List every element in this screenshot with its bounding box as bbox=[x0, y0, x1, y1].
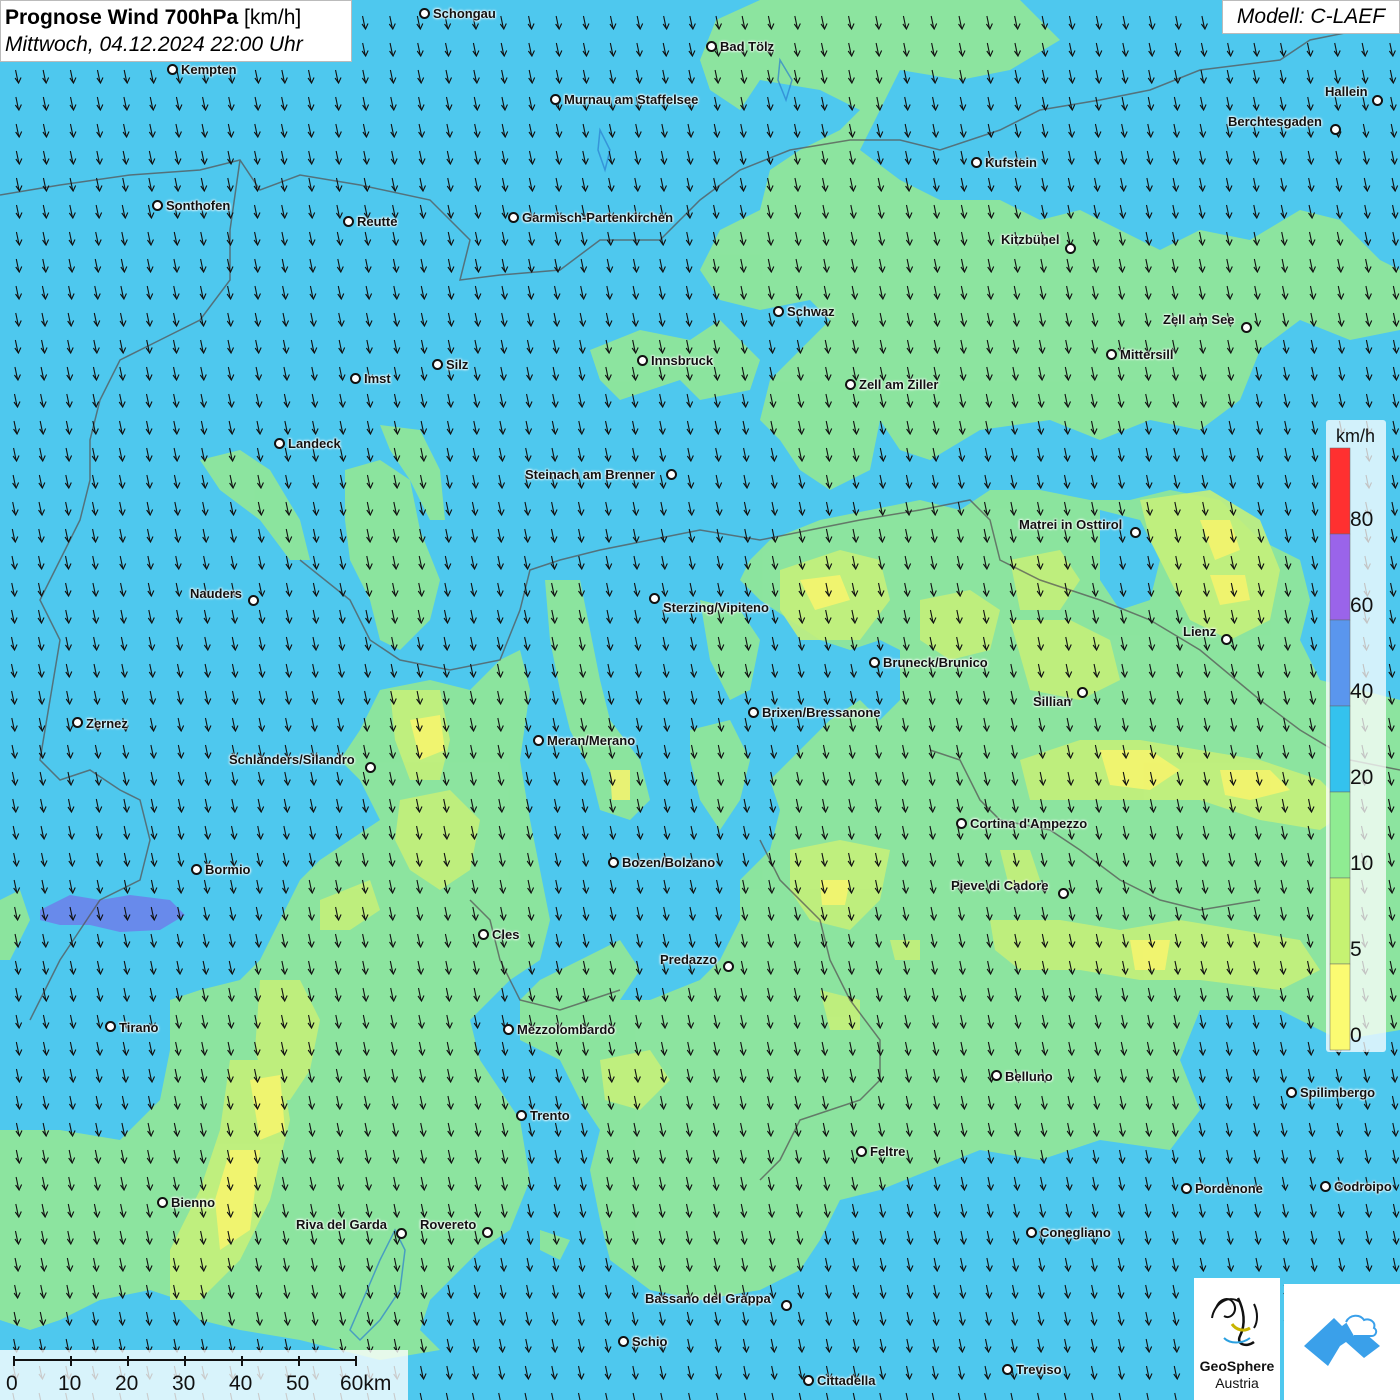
wind-map: Schongau Bad Tölz Kempten Murnau am Staf… bbox=[0, 0, 1400, 1400]
